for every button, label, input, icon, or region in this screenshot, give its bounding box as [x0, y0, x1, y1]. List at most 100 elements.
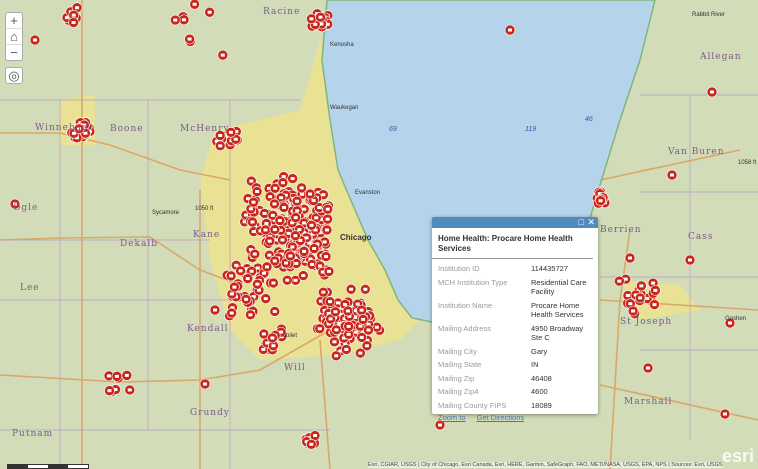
facility-marker[interactable]	[318, 286, 329, 298]
locate-button[interactable]: ◎	[6, 68, 22, 83]
facility-marker[interactable]	[274, 215, 286, 226]
facility-marker[interactable]	[260, 293, 272, 304]
facility-marker[interactable]	[614, 275, 625, 287]
zoom-out-button[interactable]: −	[6, 45, 22, 60]
facility-marker[interactable]	[323, 266, 335, 277]
facility-marker[interactable]	[650, 285, 661, 296]
facility-marker[interactable]	[111, 371, 123, 382]
facility-marker[interactable]	[268, 277, 279, 289]
facility-marker[interactable]	[290, 212, 301, 223]
facility-marker[interactable]	[649, 299, 660, 310]
get-directions-link[interactable]: Get Directions	[477, 413, 525, 422]
facility-marker[interactable]	[356, 304, 367, 316]
facility-marker[interactable]	[242, 273, 254, 284]
facility-marker[interactable]	[209, 304, 221, 316]
city-label: Joliet	[283, 333, 298, 339]
facility-marker[interactable]	[184, 33, 195, 45]
facility-marker[interactable]	[277, 234, 288, 246]
facility-marker[interactable]	[249, 248, 261, 260]
field-label: MCH Institution Type	[438, 277, 508, 287]
facility-marker[interactable]	[719, 408, 731, 420]
facility-marker[interactable]	[269, 306, 281, 317]
facility-marker[interactable]	[104, 385, 115, 396]
facility-marker[interactable]	[247, 216, 258, 228]
facility-marker[interactable]	[296, 182, 307, 194]
facility-marker[interactable]	[226, 307, 237, 319]
facility-marker[interactable]	[315, 11, 326, 23]
field-label: Mailing Zip4	[438, 387, 479, 396]
facility-marker[interactable]	[308, 243, 320, 254]
facility-marker[interactable]	[285, 250, 296, 262]
facility-marker[interactable]	[341, 344, 352, 355]
facility-marker[interactable]	[504, 24, 516, 36]
facility-marker[interactable]	[240, 293, 252, 305]
facility-marker[interactable]	[330, 350, 342, 362]
facility-marker[interactable]	[121, 370, 133, 381]
facility-marker[interactable]	[204, 6, 215, 18]
home-button[interactable]: ⌂	[6, 29, 22, 45]
facility-marker[interactable]	[199, 378, 211, 390]
facility-marker[interactable]	[261, 261, 273, 273]
popup-row: Mailing Zip 46408	[438, 373, 592, 387]
facility-marker[interactable]	[595, 195, 606, 207]
facility-marker[interactable]	[322, 213, 333, 225]
facility-marker[interactable]	[363, 324, 374, 336]
facility-marker[interactable]	[627, 305, 639, 317]
facility-marker[interactable]	[235, 265, 246, 277]
facility-marker[interactable]	[251, 186, 263, 197]
facility-marker[interactable]	[260, 224, 271, 236]
facility-marker[interactable]	[68, 17, 79, 28]
facility-marker[interactable]	[290, 230, 301, 242]
facility-marker[interactable]	[229, 281, 240, 293]
facility-marker[interactable]	[281, 274, 293, 286]
facility-marker[interactable]	[634, 292, 646, 304]
facility-marker[interactable]	[314, 323, 326, 335]
facility-marker[interactable]	[636, 280, 647, 292]
facility-marker[interactable]	[322, 203, 334, 215]
facility-marker[interactable]	[666, 169, 678, 181]
maximize-icon[interactable]: □	[579, 217, 584, 228]
facility-marker[interactable]	[329, 336, 340, 348]
facility-marker[interactable]	[342, 305, 354, 317]
facility-marker[interactable]	[298, 246, 310, 257]
zoom-in-button[interactable]: +	[6, 13, 22, 29]
facility-marker[interactable]	[269, 198, 280, 210]
popup-header: □ ✕	[432, 217, 598, 228]
facility-marker[interactable]	[642, 362, 654, 374]
facility-marker[interactable]	[306, 439, 317, 450]
close-icon[interactable]: ✕	[587, 217, 595, 228]
zoom-to-link[interactable]: Zoom to	[438, 413, 466, 422]
facility-marker[interactable]	[684, 254, 696, 266]
facility-marker[interactable]	[278, 202, 290, 213]
facility-marker[interactable]	[214, 140, 226, 152]
facility-marker[interactable]	[324, 296, 336, 307]
facility-marker[interactable]	[252, 278, 263, 290]
facility-marker[interactable]	[248, 196, 259, 208]
facility-marker[interactable]	[291, 195, 303, 207]
facility-marker[interactable]	[124, 384, 136, 396]
facility-marker[interactable]	[343, 321, 354, 332]
facility-marker[interactable]	[189, 0, 200, 10]
facility-marker[interactable]	[321, 224, 333, 236]
facility-marker[interactable]	[304, 188, 316, 200]
facility-marker[interactable]	[306, 220, 317, 231]
facility-marker[interactable]	[169, 14, 181, 26]
facility-marker[interactable]	[624, 252, 636, 264]
facility-marker[interactable]	[225, 270, 237, 282]
facility-marker[interactable]	[706, 86, 718, 98]
facility-marker[interactable]	[277, 177, 289, 189]
facility-marker[interactable]	[267, 332, 278, 344]
facility-marker[interactable]	[264, 235, 276, 247]
facility-marker[interactable]	[330, 306, 341, 318]
facility-marker[interactable]	[29, 34, 41, 46]
facility-marker[interactable]	[217, 49, 229, 61]
facility-marker[interactable]	[345, 283, 357, 295]
facility-marker[interactable]	[357, 314, 369, 325]
facility-marker[interactable]	[269, 224, 281, 235]
facility-marker[interactable]	[245, 309, 256, 321]
facility-marker[interactable]	[306, 13, 317, 25]
facility-marker[interactable]	[287, 173, 298, 184]
facility-marker[interactable]	[297, 270, 309, 281]
facility-marker[interactable]	[360, 283, 371, 295]
facility-marker[interactable]	[320, 251, 332, 262]
